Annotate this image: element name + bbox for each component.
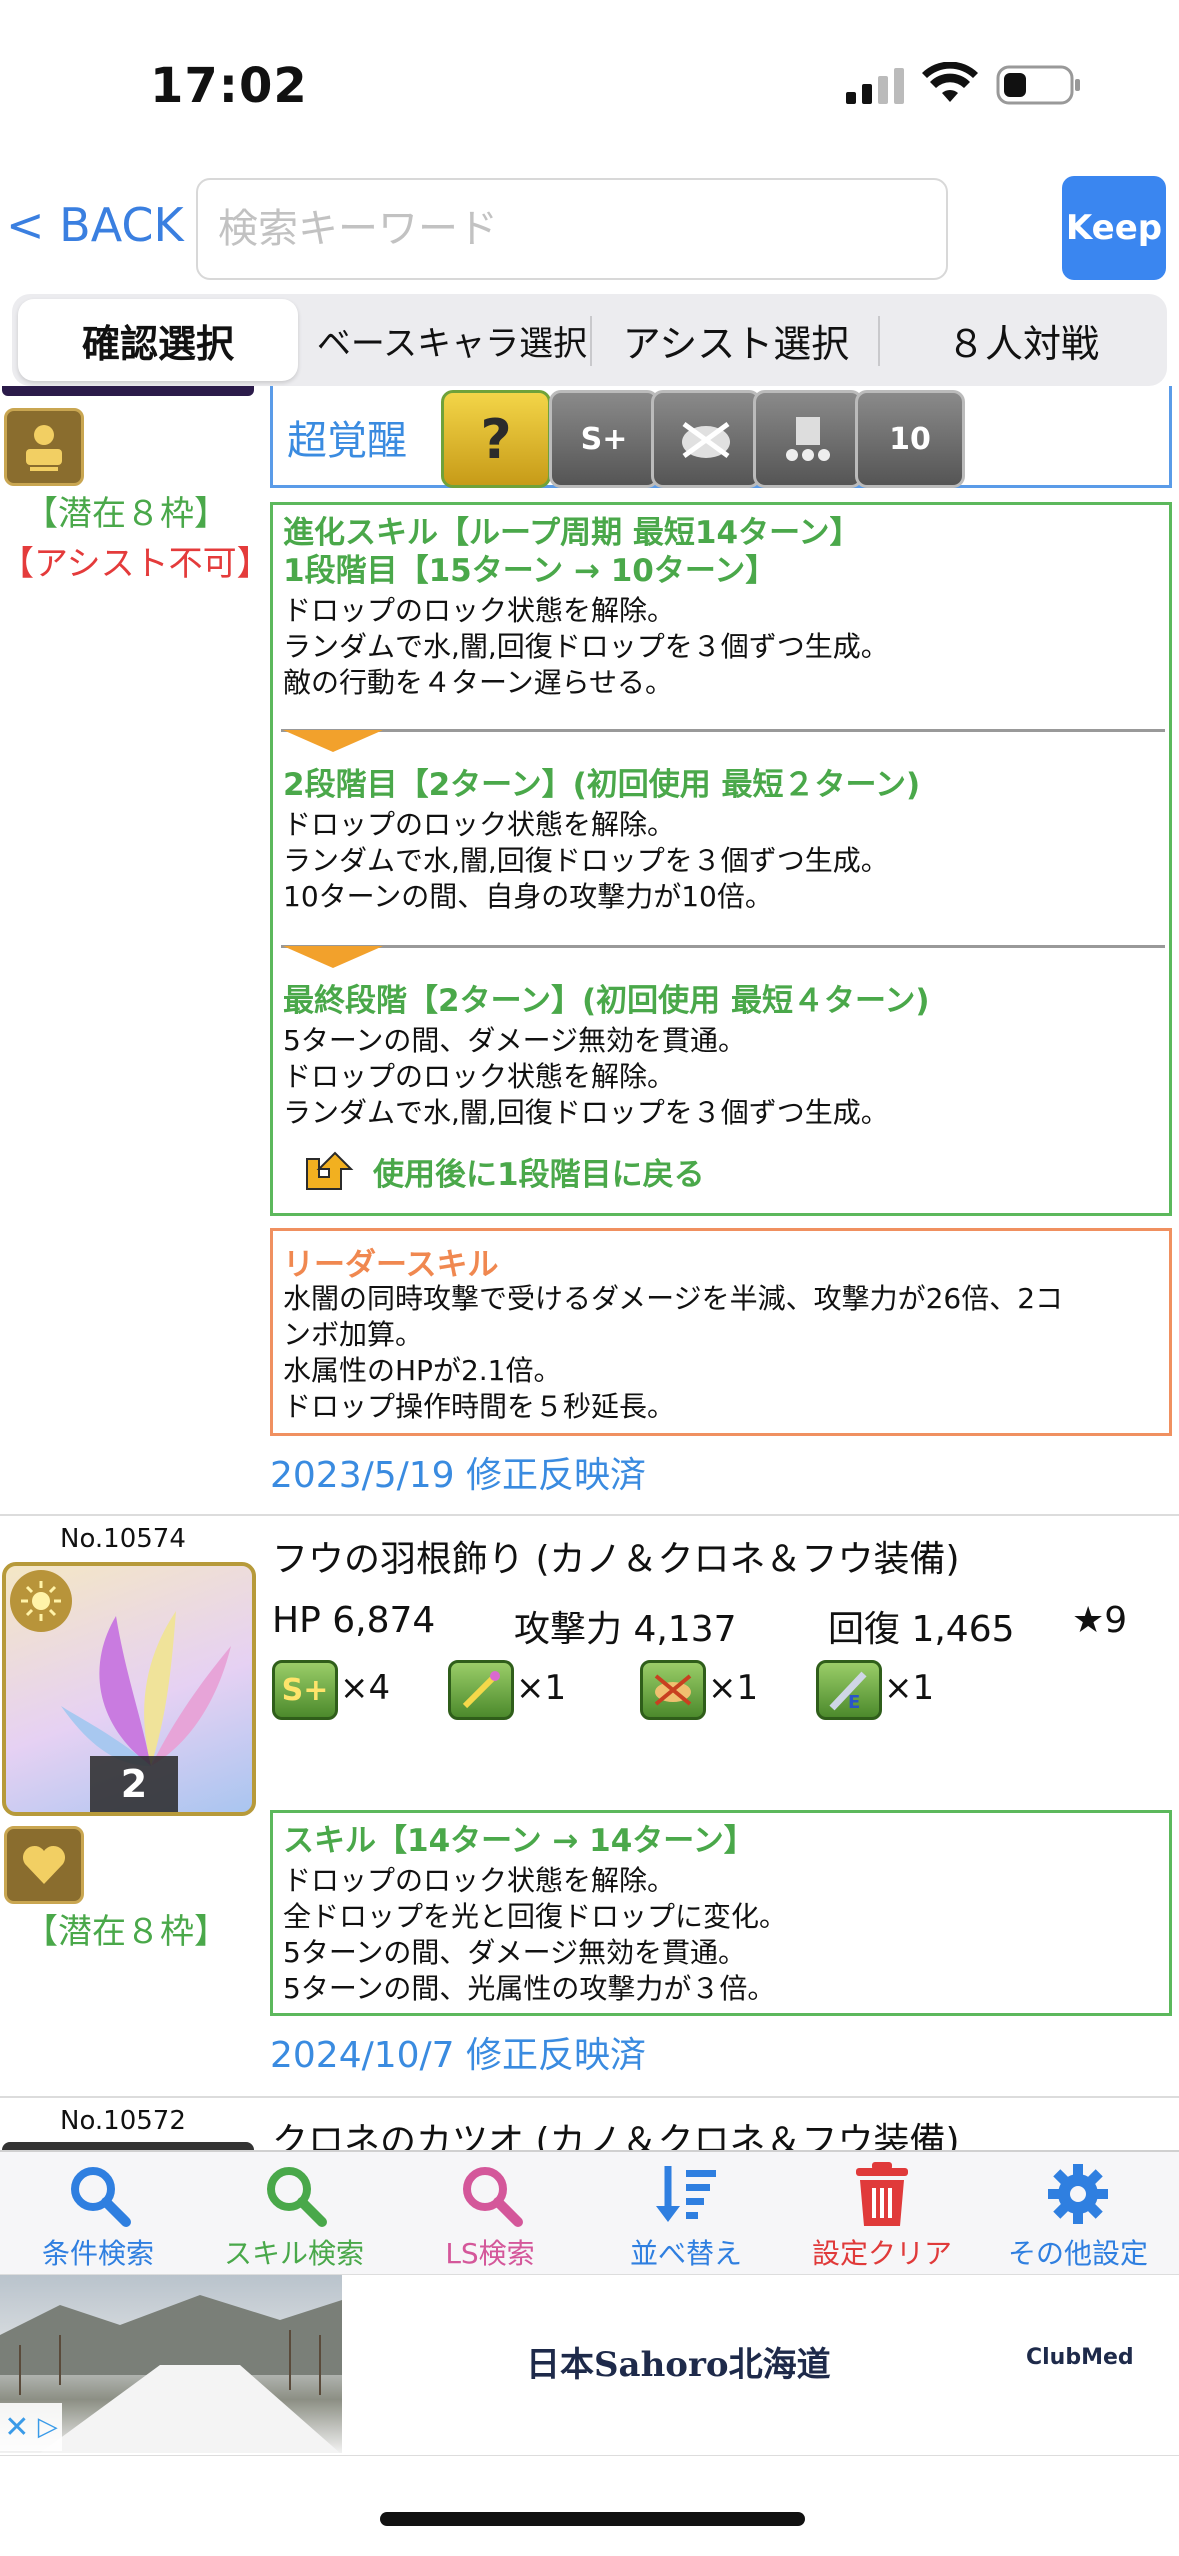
super-awakening-box: 超覚醒 ? S+ 10 — [270, 386, 1172, 488]
nav-label: 並べ替え — [629, 2237, 742, 2270]
card-number: No.10574 — [60, 1524, 186, 1554]
loop-back-icon — [301, 1149, 355, 1201]
tab-assist-select[interactable]: アシスト選択 — [592, 294, 880, 386]
ad-title: 日本Sahoro北海道 — [526, 2345, 831, 2385]
ls-search-button[interactable]: LS検索 — [392, 2152, 588, 2274]
latent-8-label: 【潜在８枠】 — [24, 1912, 228, 1952]
stage-2-header: 2段階目【2ターン】(初回使用 最短２ターン) — [283, 767, 921, 803]
atk-stat: 攻撃力 4,137 — [514, 1609, 737, 1650]
keep-button[interactable]: Keep — [1062, 176, 1166, 280]
svg-text:E: E — [848, 1692, 860, 1712]
ad-choices-icon[interactable]: ▷ — [38, 2412, 58, 2442]
card1-icon-edge — [2, 386, 254, 396]
loop-back-note: 使用後に1段階目に戻る — [373, 1157, 705, 1193]
rcv-stat: 回復 1,465 — [828, 1609, 1015, 1650]
gear-icon — [1048, 2164, 1108, 2224]
wifi-icon — [922, 61, 978, 110]
home-indicator — [380, 2512, 805, 2526]
nav-label: その他設定 — [1007, 2237, 1148, 2270]
sword-e-icon[interactable]: E — [816, 1660, 882, 1720]
nav-label: スキル検索 — [223, 2237, 364, 2270]
final-stage-header: 最終段階【2ターン】(初回使用 最短４ターン) — [283, 983, 930, 1019]
hp-stat: HP 6,874 — [272, 1600, 436, 1641]
cellular-signal-icon — [846, 66, 908, 110]
evolve-skill-title: 進化スキル【ループ周期 最短14ターン】 — [283, 515, 861, 551]
tab-bar: 確認選択 ベースキャラ選択 アシスト選択 ８人対戦 — [12, 294, 1167, 386]
leader-skill-box: リーダースキル 水闇の同時攻撃で受けるダメージを半減、攻撃力が26倍、2コ ンボ… — [270, 1228, 1172, 1436]
revision-note: 2023/5/19 修正反映済 — [270, 1455, 647, 1496]
sort-icon — [656, 2166, 716, 2222]
monster-name: フウの羽根飾り (カノ＆クロネ＆フウ装備) — [272, 1539, 960, 1580]
trash-icon — [856, 2162, 908, 2226]
card-number: No.10572 — [60, 2106, 186, 2136]
back-button[interactable]: < BACK — [6, 198, 184, 252]
card-separator — [0, 2096, 1179, 2098]
skill-charge-icon[interactable] — [448, 1660, 514, 1720]
latent-slot-icon — [4, 408, 84, 486]
sort-button[interactable]: 並べ替え — [588, 2152, 784, 2274]
nav-label: 条件検索 — [41, 2237, 154, 2270]
monster-portrait[interactable]: 2 — [2, 1562, 256, 1816]
stage-2-text: ドロップのロック状態を解除。 ランダムで水,闇,回復ドロップを３個ずつ生成。 1… — [283, 808, 889, 913]
board-change-icon[interactable] — [753, 390, 863, 488]
battery-icon — [996, 64, 1082, 110]
stage-1-text: ドロップのロック状態を解除。 ランダムで水,闇,回復ドロップを３個ずつ生成。 敵… — [283, 594, 889, 699]
revision-note: 2024/10/7 修正反映済 — [270, 2035, 647, 2076]
skill-box: スキル【14ターン → 14ターン】 ドロップのロック状態を解除。 全ドロップを… — [270, 1810, 1172, 2016]
ad-controls: ✕ ▷ — [0, 2403, 62, 2451]
awakening-count: ×1 — [516, 1668, 567, 1708]
feather-ornament-icon — [56, 1606, 246, 1780]
skill-boost-plus-icon[interactable]: S+ — [549, 390, 659, 488]
stage-arrow-icon — [283, 946, 383, 968]
skill-title: スキル【14ターン → 14ターン】 — [283, 1823, 755, 1859]
tab-confirm-select[interactable]: 確認選択 — [18, 299, 298, 381]
question-awakening-icon[interactable]: ? — [441, 390, 551, 488]
bottom-toolbar: 条件検索 スキル検索 LS検索 並べ替え 設定クリア その他設定 — [0, 2150, 1179, 2274]
stage-divider — [281, 729, 1165, 732]
ad-close-icon[interactable]: ✕ — [4, 2410, 29, 2445]
status-time: 17:02 — [150, 58, 308, 114]
stage-divider — [281, 945, 1165, 948]
other-settings-button[interactable]: その他設定 — [980, 2152, 1176, 2274]
skill-text: ドロップのロック状態を解除。 全ドロップを光と回復ドロップに変化。 5ターンの間… — [283, 1864, 788, 2005]
cloud-resist-icon[interactable] — [640, 1660, 706, 1720]
ad-banner[interactable]: ✕ ▷ 日本Sahoro北海道 ClubMed — [0, 2274, 1179, 2456]
rarity-stars: ★9 — [1072, 1600, 1128, 1641]
stage-arrow-icon — [283, 730, 383, 752]
evolve-skill-box: 進化スキル【ループ周期 最短14ターン】 1段階目【15ターン → 10ターン】… — [270, 502, 1172, 1216]
stage-1-header: 1段階目【15ターン → 10ターン】 — [283, 553, 777, 589]
search-input[interactable] — [198, 180, 946, 278]
tab-8-player-battle[interactable]: ８人対戦 — [880, 294, 1166, 386]
latent-slot-icon — [4, 1826, 84, 1904]
skill-search-button[interactable]: スキル検索 — [196, 2152, 392, 2274]
condition-search-button[interactable]: 条件検索 — [0, 2152, 196, 2274]
leader-skill-text: 水闇の同時攻撃で受けるダメージを半減、攻撃力が26倍、2コ ンボ加算。 水属性の… — [283, 1282, 1064, 1423]
tab-base-chara-select[interactable]: ベースキャラ選択 — [304, 294, 600, 386]
card-separator — [0, 1514, 1179, 1516]
search-icon — [71, 2167, 131, 2227]
nav-label: 設定クリア — [811, 2237, 952, 2270]
leader-skill-title: リーダースキル — [283, 1247, 499, 1283]
ten-combo-icon[interactable]: 10 — [855, 390, 965, 488]
awakening-count: ×1 — [884, 1668, 935, 1708]
awakening-count: ×4 — [340, 1668, 391, 1708]
nav-label: LS検索 — [445, 2237, 535, 2270]
final-stage-text: 5ターンの間、ダメージ無効を貫通。 ドロップのロック状態を解除。 ランダムで水,… — [283, 1024, 889, 1129]
latent-8-label: 【潜在８枠】 — [24, 494, 228, 534]
ad-brand-logo: ClubMed — [1026, 2345, 1134, 2370]
level-badge: 2 — [90, 1756, 178, 1812]
skill-boost-icon[interactable]: S+ — [272, 1660, 338, 1720]
assist-not-allowed-label: 【アシスト不可】 — [0, 544, 271, 584]
poison-resist-icon[interactable] — [651, 390, 761, 488]
super-awakening-label: 超覚醒 — [287, 418, 407, 464]
search-icon — [267, 2167, 327, 2227]
search-icon — [463, 2167, 523, 2227]
awakening-count: ×1 — [708, 1668, 759, 1708]
clear-settings-button[interactable]: 設定クリア — [784, 2152, 980, 2274]
search-field[interactable] — [196, 178, 948, 280]
